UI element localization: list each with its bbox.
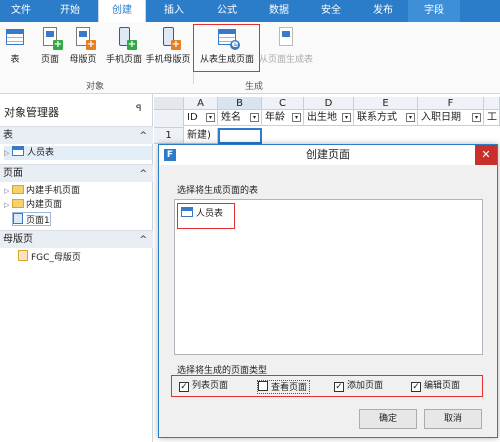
plus-icon: + [86,39,96,50]
collapse-icon: ^ [139,169,147,179]
field-header-cell[interactable]: 联系方式 ▾ [354,110,418,126]
dropdown-icon[interactable]: ▾ [342,113,351,122]
table-icon [12,146,24,156]
table-icon [6,29,24,45]
checkbox-view-page[interactable]: 查看页面 [257,380,311,394]
section-header-master-pages[interactable]: 母版页 ^ [0,230,153,248]
highlight-box [193,24,260,72]
column-header[interactable]: F [418,97,484,110]
column-header[interactable]: C [262,97,304,110]
dropdown-icon[interactable]: ▾ [206,113,215,122]
column-header[interactable] [484,97,500,110]
section-header-tables[interactable]: 表 ^ [0,126,153,144]
highlight-box [177,203,235,229]
master-page-icon [18,250,28,261]
field-header-cell[interactable]: 入职日期 ▾ [418,110,484,126]
expand-icon: ▷ [4,149,10,157]
dialog-title: 创建页面 [306,148,350,161]
table-select-label: 选择将生成页面的表 [177,186,259,196]
dropdown-icon[interactable]: ▾ [292,113,301,122]
dropdown-icon[interactable]: ▾ [406,113,415,122]
tab-formula[interactable]: 公式 [203,0,251,22]
create-table-button[interactable]: 表 [2,26,28,74]
cancel-button[interactable]: 取消 [424,409,482,429]
ok-button[interactable]: 确定 [359,409,417,429]
create-page-button[interactable]: + 页面 [36,26,64,74]
collapse-icon: ^ [139,235,147,245]
checkbox-edit-page[interactable]: ✓ 编辑页面 [411,380,460,394]
field-header-cell[interactable]: ID ▾ [184,110,218,126]
row-header[interactable] [154,110,184,128]
column-header[interactable]: B [218,97,262,110]
folder-icon [12,199,24,208]
plus-icon: + [171,39,181,50]
data-cell[interactable]: 新建) [184,128,218,144]
checkbox[interactable]: ✓ [411,382,421,392]
generate-group-label: 生成 [245,82,264,92]
app-logo-icon: F [164,149,176,161]
field-header-cell[interactable]: 工 [484,110,500,126]
create-page-dialog: F 创建页面 ✕ 选择将生成页面的表 人员表 选择将生成的页面类型 ✓ 列表页面 … [158,144,498,438]
field-header-cell[interactable]: 姓名 ▾ [218,110,262,126]
expand-icon: ▷ [4,201,10,209]
plus-icon: + [53,39,63,50]
expand-icon: ▷ [4,187,10,195]
field-header-cell[interactable]: 出生地 ▾ [304,110,354,126]
checkbox[interactable]: ✓ [334,382,344,392]
object-item-page1[interactable]: 页面1 [12,212,51,226]
data-cell[interactable] [218,128,262,144]
checkbox-add-page[interactable]: ✓ 添加页面 [334,380,383,394]
dialog-title-bar[interactable]: F 创建页面 ✕ [159,145,497,165]
tab-file[interactable]: 文件 [0,0,42,22]
field-header-cell[interactable]: 年龄 ▾ [262,110,304,126]
checkbox[interactable] [258,381,268,391]
generate-table-from-page-button[interactable]: 从页面生成表 [258,26,314,74]
section-header-pages[interactable]: 页面 ^ [0,164,153,182]
plus-icon: + [127,39,137,50]
ribbon-panel: 表 + 页面 + 母版页 + 手机页面 + 手机母版页 对象 e 从表生成页面 … [0,22,500,94]
checkbox[interactable]: ✓ [179,382,189,392]
folder-icon [12,185,24,194]
checkbox-list-page[interactable]: ✓ 列表页面 [179,380,228,394]
page-icon [13,213,23,224]
object-item-master-page[interactable]: FGC_母版页 [18,250,81,264]
dropdown-icon[interactable]: ▾ [250,113,259,122]
page-to-table-icon [279,27,293,46]
create-master-page-button[interactable]: + 母版页 [66,26,100,74]
create-mobile-page-button[interactable]: + 手机页面 [104,26,144,74]
close-icon[interactable]: ✕ [475,145,497,165]
tab-home[interactable]: 开始 [46,0,94,22]
ribbon-tab-bar: 文件 开始 创建 插入 公式 数据 安全 发布 字段 [0,0,500,22]
column-header[interactable]: A [184,97,218,110]
collapse-icon: ^ [139,131,147,141]
row-header[interactable]: 1 [154,128,184,144]
corner-cell[interactable] [154,97,184,110]
table-list[interactable]: 人员表 [174,199,483,355]
tab-security[interactable]: 安全 [307,0,355,22]
dropdown-icon[interactable]: ▾ [472,113,481,122]
column-header[interactable]: D [304,97,354,110]
object-item-person-table[interactable]: ▷ 人员表 [4,146,152,160]
object-manager-panel: 对象管理器 ꟼ 表 ^ ▷ 人员表 页面 ^ ▷ 内建手机页面 ▷ 内建页面 页面1 母版… [0,94,153,442]
pin-icon[interactable]: ꟼ [136,104,141,114]
object-item-builtin-mobile-pages[interactable]: ▷ 内建手机页面 [4,184,80,198]
tab-field[interactable]: 字段 [408,0,460,22]
tab-insert[interactable]: 插入 [150,0,198,22]
object-manager-title: 对象管理器 [4,106,59,119]
tab-publish[interactable]: 发布 [359,0,407,22]
create-mobile-master-page-button[interactable]: + 手机母版页 [145,26,191,74]
object-group-label: 对象 [86,82,105,92]
column-header[interactable]: E [354,97,418,110]
tab-create[interactable]: 创建 [98,0,146,22]
object-item-builtin-pages[interactable]: ▷ 内建页面 [4,198,62,212]
tab-data[interactable]: 数据 [255,0,303,22]
